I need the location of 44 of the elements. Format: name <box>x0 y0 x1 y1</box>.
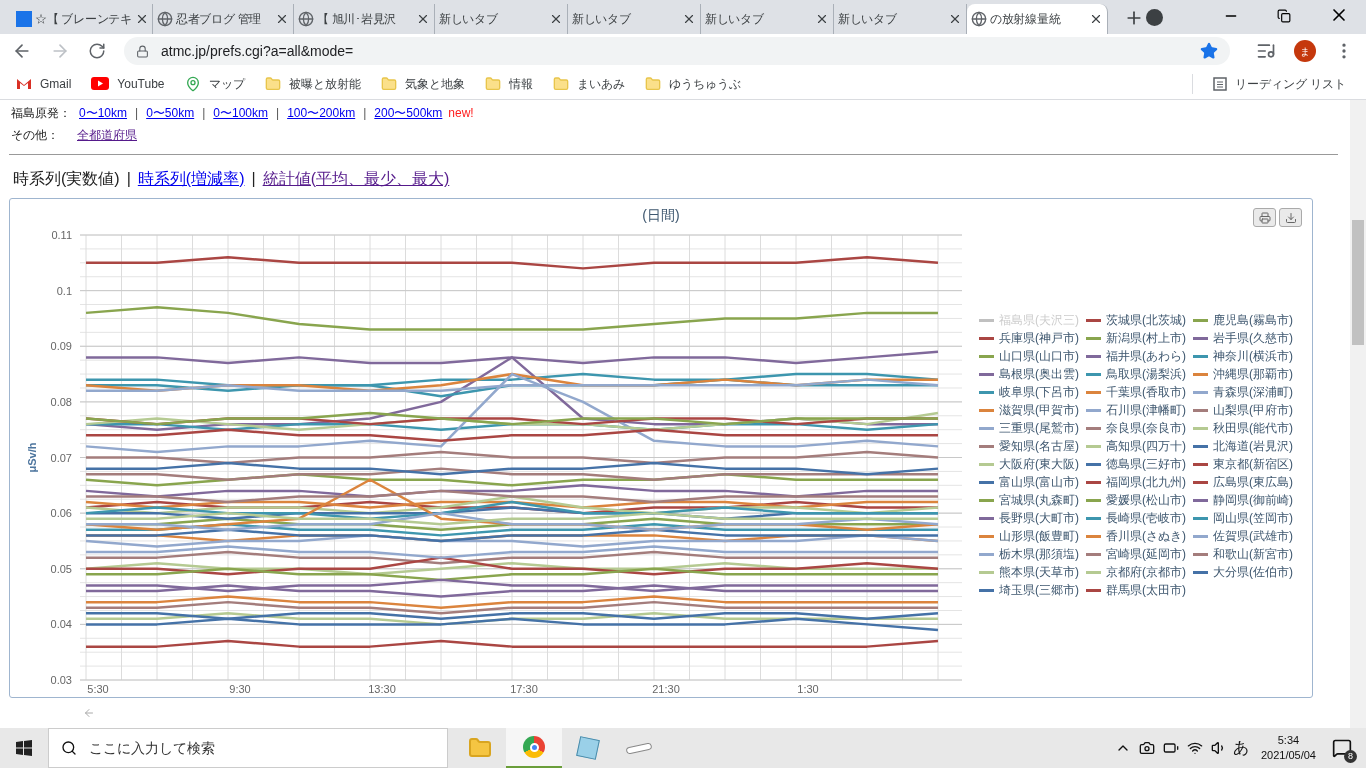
y-axis-label: 0.1 <box>56 284 72 297</box>
bookmark-label: 被曝と放射能 <box>288 75 361 93</box>
x-axis-label: 13:30 <box>368 683 396 695</box>
bookmark-label: まいあみ <box>576 75 625 93</box>
separator: | <box>134 105 140 122</box>
y-axis-label: 0.08 <box>50 395 72 408</box>
view-label: 時系列(実数値) <box>13 169 120 189</box>
tab-title: ☆【 ブレーンテキ <box>35 11 132 28</box>
section-label: その他： <box>11 127 60 144</box>
y-axis-label: 0.03 <box>50 674 72 686</box>
chart-title: (日間) <box>642 205 680 225</box>
separator: | <box>125 169 132 189</box>
separator: | <box>201 105 207 122</box>
bookmark-label: YouTube <box>117 75 165 93</box>
tab-title: の放射線量統 <box>990 11 1062 28</box>
y-axis-title: μSv/h <box>26 442 38 473</box>
tab-title: 新しいタブ <box>705 11 765 28</box>
y-axis-label: 0.06 <box>50 507 72 520</box>
x-axis-label: 9:30 <box>229 683 251 695</box>
bookmark-label: 気象と地象 <box>404 75 465 93</box>
tab-title: 新しいタブ <box>572 11 632 28</box>
separator: | <box>362 105 368 122</box>
separator: | <box>275 105 281 122</box>
x-axis-label: 21:30 <box>652 683 680 695</box>
bookmark-label: マップ <box>208 75 245 93</box>
bookmark-label: 情報 <box>508 75 533 93</box>
y-axis-label: 0.11 <box>51 229 72 241</box>
section-label: 福島原発： <box>11 105 71 122</box>
y-axis-label: 0.07 <box>50 451 72 464</box>
y-axis-label: 0.09 <box>50 340 72 353</box>
x-axis-label: 1:30 <box>797 683 819 695</box>
y-axis-label: 0.05 <box>50 562 72 575</box>
tab-title: 新しいタブ <box>439 11 499 28</box>
bookmark-label: Gmail <box>40 75 72 93</box>
tab-title: 【 旭川･岩見沢 <box>317 11 397 28</box>
tab-title: 忍者ブログ 管理 <box>176 11 262 28</box>
new-label: new! <box>448 105 474 122</box>
url-text: atmc.jp/prefs.cgi?a=all&mode= <box>161 41 355 61</box>
x-axis-label: 5:30 <box>87 683 109 695</box>
x-axis-label: 17:30 <box>510 683 538 695</box>
y-axis-label: 0.04 <box>50 618 72 631</box>
bookmark-label: ゆうちゅうぶ <box>668 75 741 93</box>
tab-title: 新しいタブ <box>838 11 898 28</box>
separator: | <box>250 169 257 189</box>
